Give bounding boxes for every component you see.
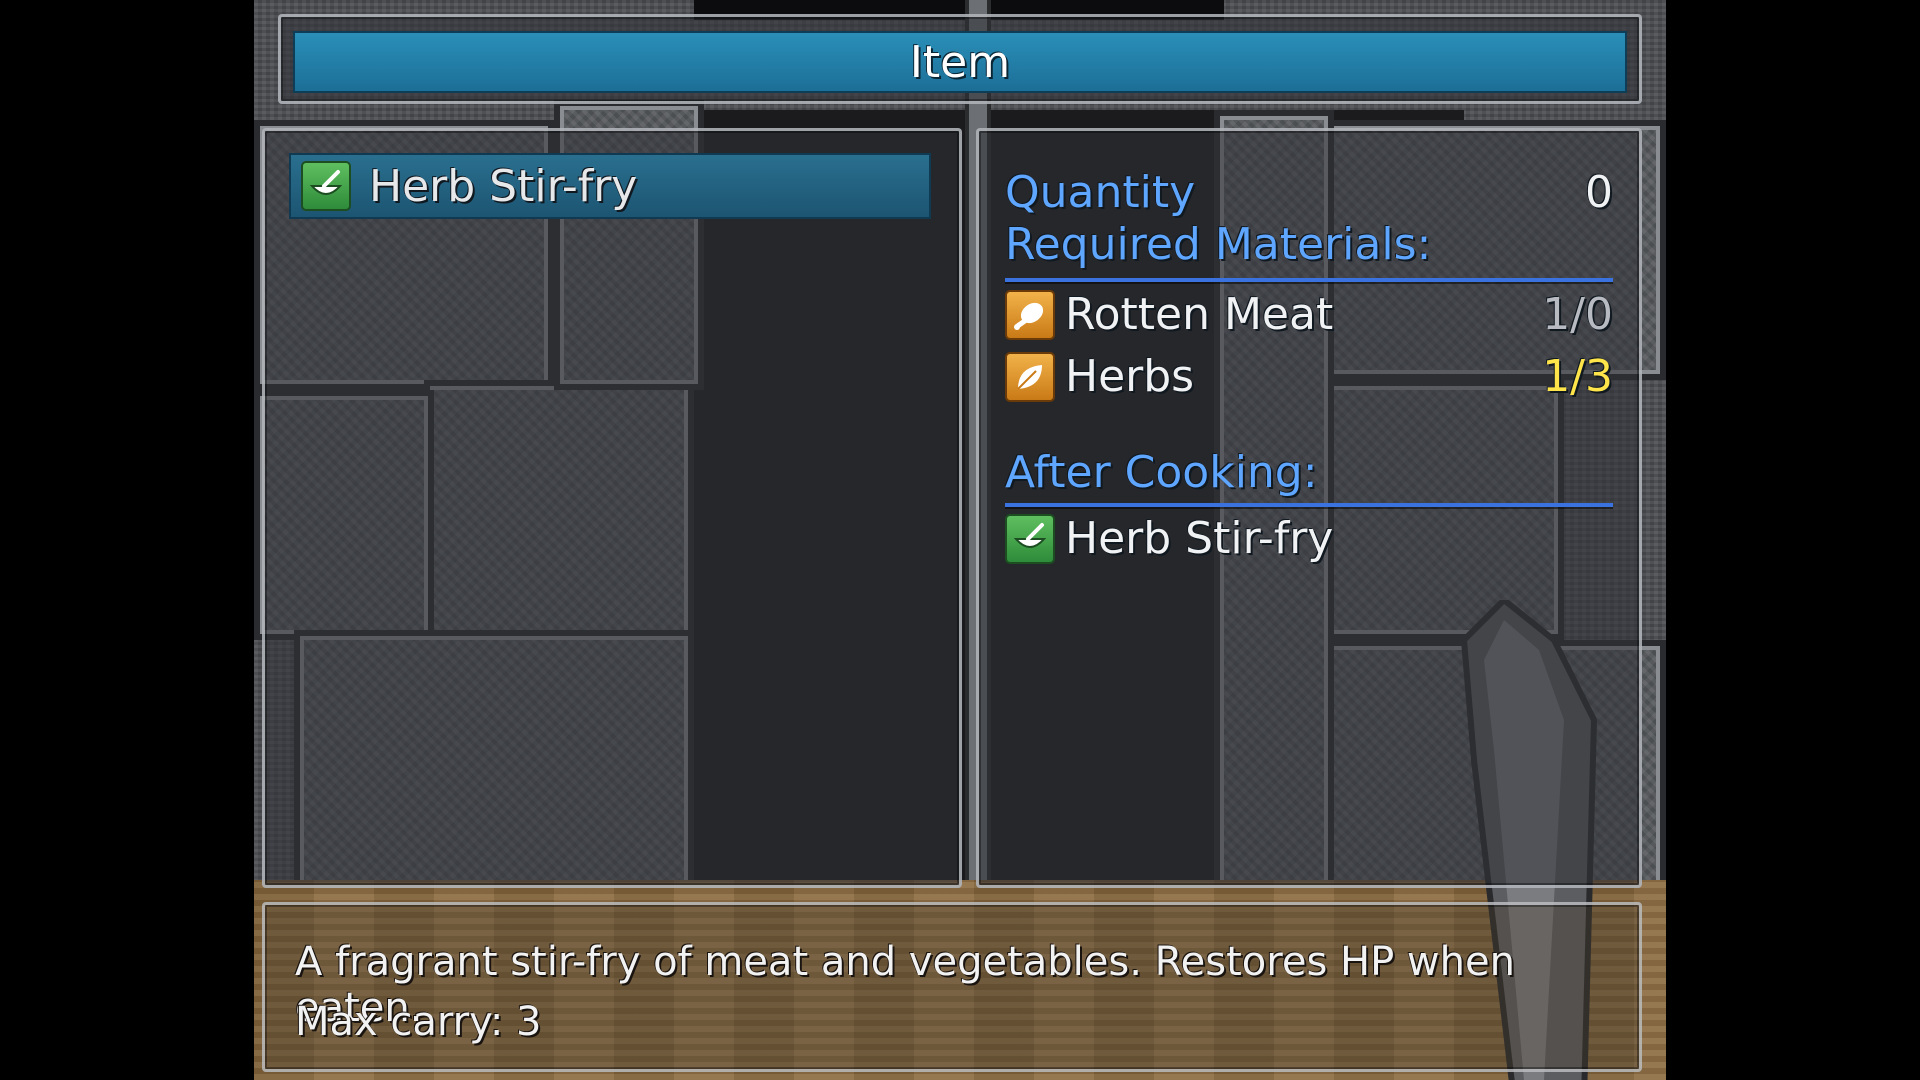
bowl-icon <box>1005 513 1055 564</box>
divider <box>1005 503 1613 507</box>
divider <box>1005 278 1613 282</box>
game-screen: Item Herb Stir-fry Quantity 0 Required M… <box>254 0 1666 1080</box>
quantity-value: 0 <box>1585 167 1613 218</box>
material-count: 1/3 <box>1542 351 1613 402</box>
result-name: Herb Stir-fry <box>1065 513 1334 564</box>
window-title: Item <box>293 31 1627 93</box>
list-item-label: Herb Stir-fry <box>369 160 638 212</box>
quantity-label: Quantity <box>1005 167 1196 218</box>
required-materials-heading: Required Materials: <box>1005 219 1613 270</box>
material-name: Rotten Meat <box>1065 289 1334 340</box>
max-carry-text: Max carry: 3 <box>295 999 542 1045</box>
required-materials-label: Required Materials: <box>1005 219 1432 270</box>
leaf-icon <box>1005 351 1055 402</box>
recipe-detail-window: Quantity 0 Required Materials: Rotten Me… <box>976 128 1642 888</box>
item-list-window: Herb Stir-fry <box>262 128 962 888</box>
bowl-icon <box>301 161 351 211</box>
meat-icon <box>1005 289 1055 340</box>
list-item-herb-stir-fry[interactable]: Herb Stir-fry <box>289 153 931 219</box>
result-row: Herb Stir-fry <box>1005 513 1613 564</box>
material-name: Herbs <box>1065 351 1195 402</box>
after-cooking-heading: After Cooking: <box>1005 447 1613 498</box>
material-row: Herbs 1/3 <box>1005 351 1613 402</box>
after-cooking-label: After Cooking: <box>1005 447 1318 498</box>
title-window: Item <box>278 14 1642 104</box>
help-window: A fragrant stir-fry of meat and vegetabl… <box>262 902 1642 1072</box>
material-count: 1/0 <box>1542 289 1613 340</box>
quantity-row: Quantity 0 <box>1005 167 1613 218</box>
material-row: Rotten Meat 1/0 <box>1005 289 1613 340</box>
